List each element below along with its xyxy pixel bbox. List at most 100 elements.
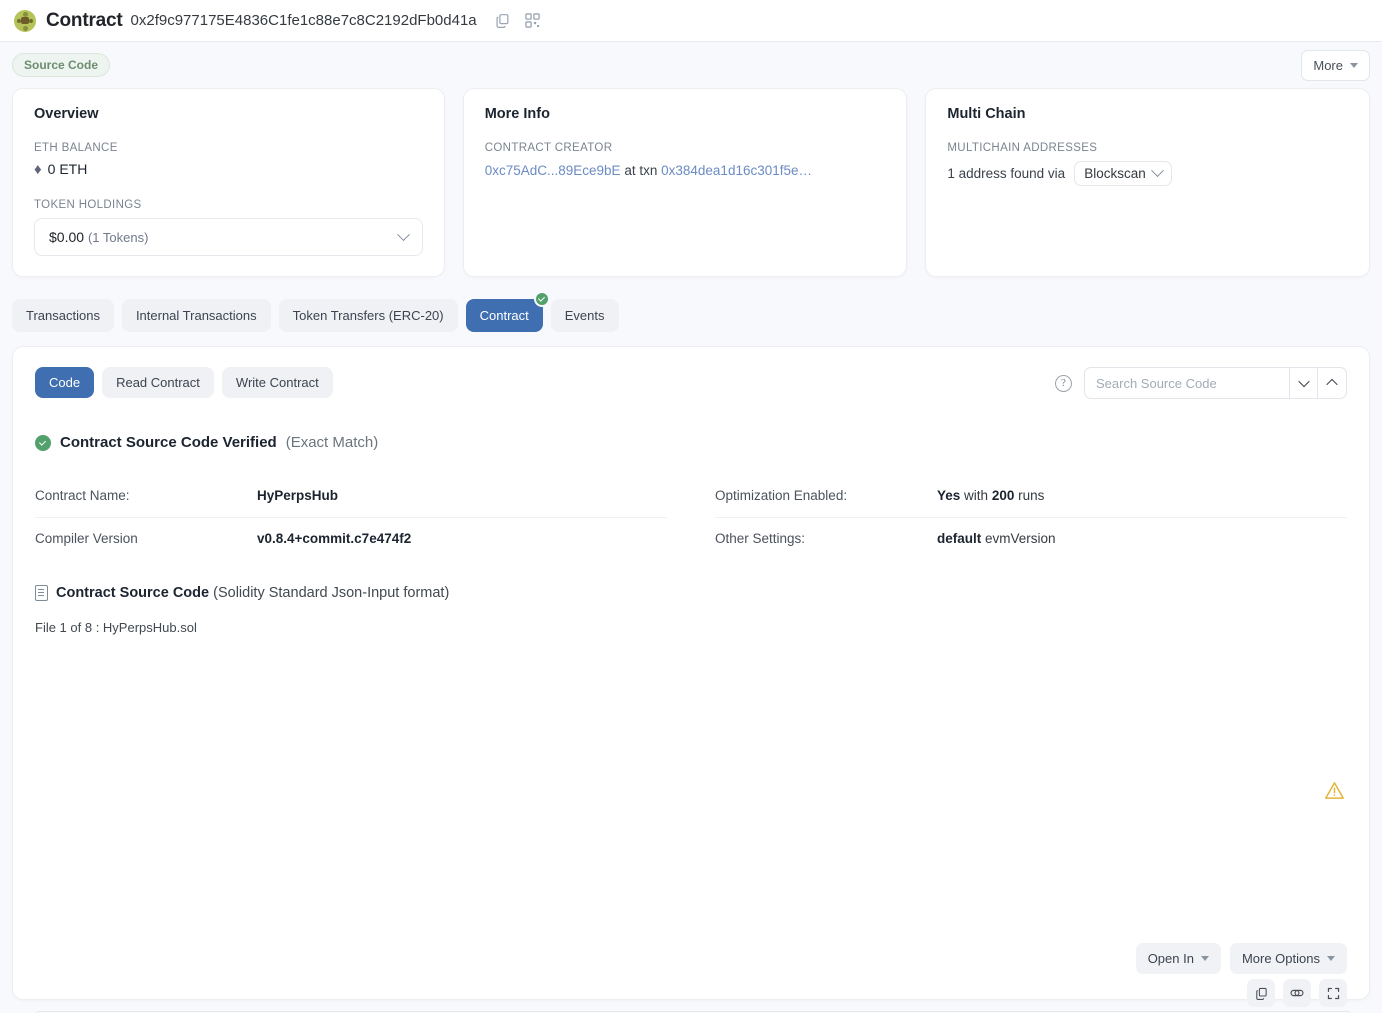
- subtab-label: Read Contract: [116, 375, 200, 390]
- meta-optimization: Optimization Enabled: Yes with 200 runs: [715, 475, 1347, 518]
- verified-banner: Contract Source Code Verified (Exact Mat…: [35, 434, 1347, 451]
- chevron-down-icon: [1327, 956, 1335, 961]
- multichain-row: 1 address found via Blockscan: [947, 161, 1348, 186]
- fullscreen-icon[interactable]: [1319, 979, 1347, 1007]
- more-info-card: More Info CONTRACT CREATOR 0xc75AdC...89…: [462, 88, 908, 277]
- chevron-down-icon: [1200, 956, 1209, 961]
- source-format-prefix: (Solidity: [213, 585, 265, 601]
- main-tabs: Transactions Internal Transactions Token…: [0, 277, 1382, 346]
- contract-creator-label: CONTRACT CREATOR: [484, 142, 613, 154]
- source-format-suffix: format): [403, 585, 450, 601]
- chevron-down-icon: [1350, 62, 1358, 68]
- token-holdings-value: $0.00: [49, 229, 85, 245]
- creator-address-link[interactable]: 0xc75AdC...89Ece9bE: [485, 163, 621, 178]
- tab-transactions[interactable]: Transactions: [12, 299, 114, 332]
- multichain-found-text: 1 address found via: [947, 166, 1066, 181]
- multi-chain-card: Multi Chain MULTICHAIN ADDRESSES 1 addre…: [925, 88, 1370, 277]
- tab-label: Transactions: [26, 308, 100, 323]
- meta-value-runs: runs: [1018, 488, 1045, 503]
- token-holdings-select[interactable]: $0.00 (1 Tokens): [34, 218, 423, 256]
- search-group: [1084, 367, 1347, 399]
- tab-label: Events: [564, 308, 605, 323]
- meta-value-default: default: [937, 531, 982, 546]
- more-button-label: More: [1313, 57, 1343, 73]
- page-title: Contract: [46, 9, 123, 31]
- meta-value-runs-count: 200: [991, 488, 1015, 503]
- source-search-area: ?: [1055, 367, 1347, 399]
- blockscan-select[interactable]: Blockscan: [1074, 161, 1172, 186]
- subtab-code[interactable]: Code: [35, 367, 95, 398]
- standard-json-input-link[interactable]: Standard Json-Input: [269, 585, 400, 601]
- copy-icon[interactable]: [493, 11, 513, 31]
- overview-title: Overview: [34, 106, 99, 122]
- eth-balance-value: 0 ETH: [47, 161, 88, 177]
- contract-avatar: [14, 9, 36, 32]
- eth-balance-label: ETH BALANCE: [34, 142, 118, 154]
- tab-internal-transactions[interactable]: Internal Transactions: [121, 299, 271, 332]
- meta-key: Optimization Enabled:: [715, 488, 848, 503]
- open-in-label: Open In: [1147, 951, 1194, 966]
- open-in-button[interactable]: Open In: [1135, 943, 1221, 974]
- verified-title: Contract Source Code Verified: [60, 434, 277, 451]
- search-prev-button[interactable]: [1318, 367, 1347, 399]
- blockscan-label: Blockscan: [1084, 166, 1146, 181]
- question-mark-icon[interactable]: ?: [1055, 374, 1072, 392]
- page-root: Contract 0x2f9c977175E4836C1fe1c88e7c8C2…: [0, 0, 1382, 1013]
- meta-key: Other Settings:: [715, 531, 806, 546]
- warning-triangle-icon[interactable]: [1324, 781, 1345, 805]
- meta-value-optimization: Yes: [937, 488, 961, 503]
- eth-balance-value-row: ♦ 0 ETH: [34, 161, 423, 177]
- tab-label: Internal Transactions: [135, 308, 257, 323]
- more-options-label: More Options: [1241, 951, 1320, 966]
- contract-creator-row: 0xc75AdC...89Ece9bE at txn 0x384dea1d16c…: [485, 161, 886, 181]
- tab-label: Token Transfers (ERC-20): [292, 308, 444, 323]
- subtab-label: Code: [49, 375, 81, 390]
- copy-icon[interactable]: [1247, 979, 1275, 1007]
- qr-code-icon[interactable]: [523, 11, 543, 31]
- search-input[interactable]: [1084, 367, 1289, 399]
- meta-other-settings: Other Settings: default evmVersion: [715, 518, 1347, 560]
- token-holdings-label: TOKEN HOLDINGS: [34, 199, 142, 211]
- file-index-label: File 1 of 8 : HyPerpsHub.sol: [35, 620, 197, 635]
- status-badge: Source Code: [12, 53, 111, 77]
- meta-value-with: with: [964, 488, 989, 503]
- meta-key: Contract Name:: [35, 488, 130, 503]
- multi-chain-title: Multi Chain: [947, 106, 1026, 122]
- more-options-button[interactable]: More Options: [1229, 943, 1347, 974]
- more-info-title: More Info: [484, 106, 550, 122]
- source-action-buttons: Open In More Options: [1135, 943, 1347, 974]
- tab-contract[interactable]: Contract: [465, 291, 550, 332]
- contract-address: 0x2f9c977175E4836C1fe1c88e7c8C2192dFb0d4…: [130, 12, 477, 29]
- tab-token-transfers[interactable]: Token Transfers (ERC-20): [278, 299, 458, 332]
- verified-match: (Exact Match): [285, 434, 379, 451]
- search-next-button[interactable]: [1289, 367, 1318, 399]
- verified-check-icon: [35, 434, 51, 451]
- meta-contract-name: Contract Name: HyPerpsHub: [35, 475, 667, 518]
- subtab-write-contract[interactable]: Write Contract: [221, 367, 333, 398]
- creator-txn-link[interactable]: 0x384dea1d16c301f5e…: [661, 163, 812, 178]
- source-code-header: Contract Source Code (Solidity Standard …: [35, 585, 1347, 601]
- source-code-title: Contract Source Code: [56, 585, 210, 601]
- more-button[interactable]: More: [1301, 49, 1370, 81]
- creator-at-txn-text: at txn: [624, 163, 658, 178]
- chevron-down-icon: [396, 227, 410, 241]
- subbar: Source Code More: [0, 42, 1382, 88]
- meta-compiler-version: Compiler Version v0.8.4+commit.c7e474f2: [35, 518, 667, 560]
- multichain-addresses-label: MULTICHAIN ADDRESSES: [947, 142, 1098, 154]
- subtab-label: Write Contract: [235, 375, 319, 390]
- subtab-read-contract[interactable]: Read Contract: [102, 367, 214, 398]
- chevron-down-icon: [1297, 375, 1310, 388]
- page-header: Contract 0x2f9c977175E4836C1fe1c88e7c8C2…: [0, 0, 1382, 42]
- meta-key: Compiler Version: [35, 531, 138, 546]
- meta-value-evmversion: evmVersion: [985, 531, 1056, 546]
- chevron-down-icon: [1150, 164, 1164, 178]
- tab-label: Contract: [479, 308, 529, 323]
- meta-value: v0.8.4+commit.c7e474f2: [257, 531, 412, 546]
- tab-events[interactable]: Events: [550, 299, 619, 332]
- token-holdings-count: (1 Tokens): [87, 230, 149, 245]
- summary-cards: Overview ETH BALANCE ♦ 0 ETH TOKEN HOLDI…: [0, 88, 1382, 277]
- verified-check-icon: [533, 291, 550, 307]
- meta-value: HyPerpsHub: [257, 488, 339, 503]
- link-icon[interactable]: [1283, 979, 1311, 1007]
- overview-card: Overview ETH BALANCE ♦ 0 ETH TOKEN HOLDI…: [12, 88, 445, 277]
